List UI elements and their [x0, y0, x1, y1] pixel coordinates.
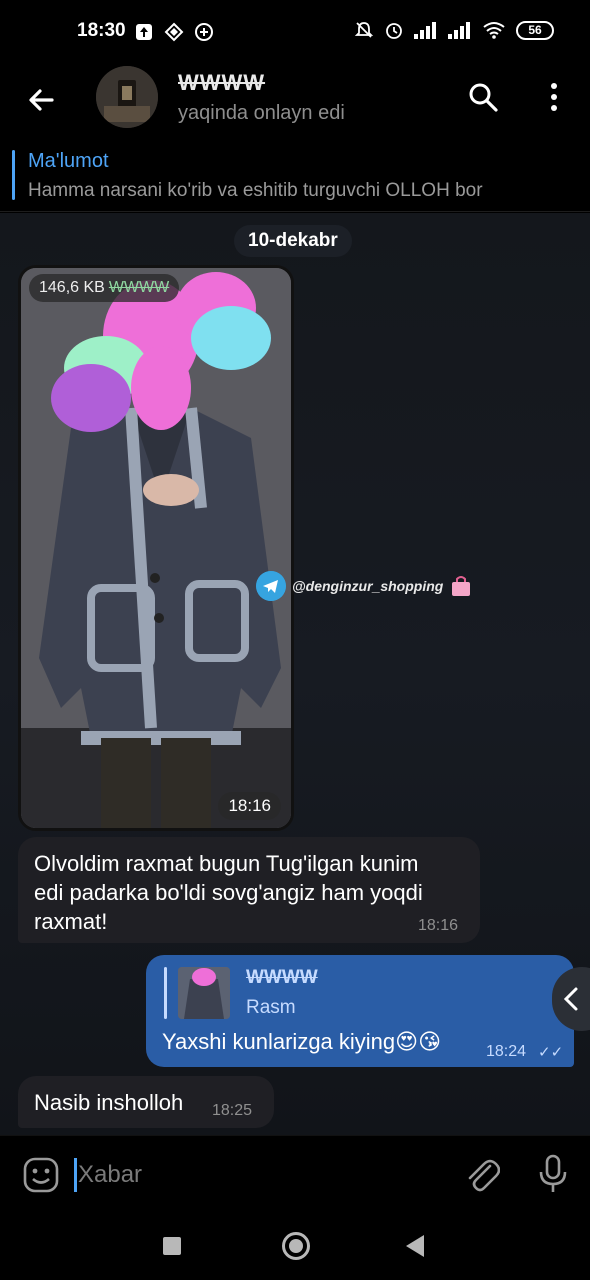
message-text: Olvoldim raxmat bugun Tug'ilgan kunim ed…: [34, 849, 423, 936]
photo-sender: WWWW: [108, 279, 170, 296]
chat-area[interactable]: 10-dekabr 146,6 KB WWWW 18:16 @denginzur…: [0, 213, 590, 1135]
add-circle-icon: [195, 23, 213, 41]
home-button[interactable]: [282, 1232, 310, 1260]
reply-accent-bar: [164, 967, 167, 1019]
message-text: Yaxshi kunlarizga kiying😍😘: [162, 1029, 442, 1054]
search-icon[interactable]: [466, 80, 500, 114]
upload-icon: [136, 24, 152, 40]
date-separator: 10-dekabr: [234, 225, 352, 257]
message-input-bar: [0, 1135, 590, 1213]
reply-sender: WWWW: [246, 967, 318, 988]
more-vert-icon[interactable]: [540, 80, 568, 114]
pinned-text: Hamma narsani ko'rib va eshitib turguvch…: [28, 180, 483, 201]
pinned-accent-bar: [12, 150, 15, 200]
pinned-message[interactable]: Ma'lumot Hamma narsani ko'rib va eshitib…: [0, 140, 590, 212]
avatar[interactable]: [96, 66, 158, 128]
photo-message[interactable]: 146,6 KB WWWW 18:16: [18, 265, 294, 831]
attach-icon[interactable]: [464, 1156, 500, 1194]
message-line: edi padarka bo'ldi sovg'angiz ham yoqdi: [34, 880, 423, 905]
status-left-icons: [134, 22, 214, 42]
message-input[interactable]: [78, 1160, 438, 1190]
reply-preview: Rasm: [246, 997, 296, 1018]
alarm-icon: [386, 23, 402, 39]
shopping-bag-icon: [452, 576, 471, 596]
pinned-title: Ma'lumot: [28, 150, 109, 172]
photo-watermark: @denginzur_shopping: [256, 571, 473, 601]
message-line: Olvoldim raxmat bugun Tug'ilgan kunim: [34, 851, 419, 876]
chat-header: WWWW yaqinda onlayn edi: [0, 64, 590, 140]
contact-name[interactable]: WWWW: [178, 70, 265, 96]
mic-icon[interactable]: [536, 1154, 570, 1194]
message-text: Nasib insholloh: [34, 1090, 184, 1115]
nav-back-button[interactable]: [406, 1235, 424, 1257]
signal-icon: [448, 22, 470, 39]
recents-button[interactable]: [163, 1237, 181, 1255]
text-cursor: [74, 1158, 77, 1192]
watermark-handle: @denginzur_shopping: [292, 578, 444, 594]
back-arrow-icon[interactable]: [22, 80, 62, 120]
status-bar: 18:30 56: [0, 0, 590, 64]
system-nav-bar: [0, 1213, 590, 1280]
incoming-message[interactable]: Olvoldim raxmat bugun Tug'ilgan kunim ed…: [18, 837, 480, 943]
double-check-icon: ✓✓: [538, 1044, 564, 1061]
message-line: raxmat!: [34, 909, 108, 934]
telegram-logo-icon: [256, 571, 286, 601]
outgoing-message[interactable]: WWWW Rasm Yaxshi kunlarizga kiying😍😘 18:…: [146, 955, 574, 1067]
message-time: 18:16: [418, 917, 459, 934]
message-time: 18:25: [212, 1102, 253, 1119]
contact-status: yaqinda onlayn edi: [178, 102, 345, 124]
status-time: 18:30: [77, 20, 126, 41]
message-time: 18:24: [486, 1043, 527, 1060]
status-right-icons: 56: [354, 20, 554, 40]
data-saver-icon: [164, 22, 184, 42]
incoming-message[interactable]: Nasib insholloh 18:25: [18, 1076, 274, 1128]
battery-indicator: 56: [516, 20, 554, 40]
chevron-left-icon: [563, 987, 578, 1011]
photo-size-text: 146,6 KB: [39, 279, 105, 296]
mute-bell-icon: [354, 22, 374, 38]
emoji-icon[interactable]: [22, 1156, 60, 1194]
scroll-panel-button[interactable]: [552, 967, 590, 1031]
photo-size-badge: 146,6 KB WWWW: [29, 274, 180, 302]
reply-thumbnail: [178, 967, 230, 1019]
wifi-icon: [483, 22, 505, 39]
signal-icon: [414, 22, 436, 39]
photo-time: 18:16: [218, 792, 281, 820]
photo-image: [21, 268, 291, 828]
